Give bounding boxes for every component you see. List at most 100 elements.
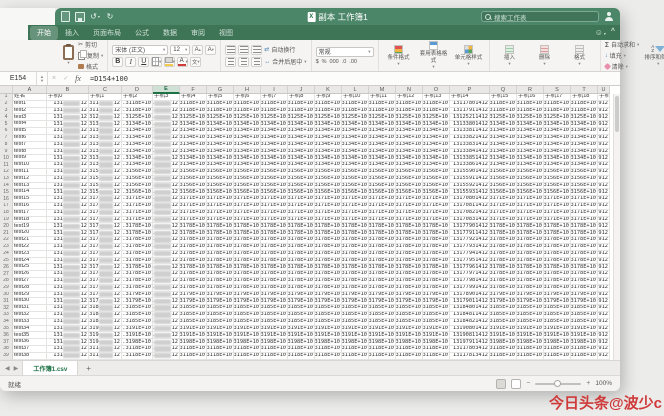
cell[interactable]: 1.3178E+10: [423, 223, 450, 231]
cell[interactable]: 1.3178E+10: [571, 250, 598, 258]
cell[interactable]: 1.3178E+10: [369, 243, 396, 251]
cell[interactable]: 13170811412: [450, 203, 490, 210]
cell[interactable]: 13177971912: [598, 271, 610, 278]
column-header-e[interactable]: E: [153, 86, 180, 94]
cell[interactable]: 1.3191E+10: [288, 325, 315, 333]
cell[interactable]: 1.3134E+10: [396, 141, 423, 149]
cell[interactable]: 13117801412: [450, 100, 490, 108]
ribbon-tab-home[interactable]: 开始: [30, 25, 58, 40]
cell[interactable]: test27: [13, 277, 47, 285]
row-header-30[interactable]: 30: [0, 291, 13, 299]
cell[interactable]: 13177990312: [153, 284, 180, 292]
cell[interactable]: test4: [13, 121, 47, 129]
cell[interactable]: 1.3125E+10: [423, 114, 450, 122]
cell[interactable]: 1.3156E+10: [369, 189, 396, 197]
cell[interactable]: 1.3171E+10: [517, 209, 544, 217]
cell[interactable]: 1.3178E+10: [122, 284, 153, 292]
cell[interactable]: 1.3171E+10: [544, 216, 571, 224]
increase-decimal-button[interactable]: .0: [342, 59, 347, 65]
row-header-36[interactable]: 36: [0, 332, 13, 340]
cell[interactable]: 1.3156E+10: [288, 182, 315, 190]
cell[interactable]: 1.3185E+10: [490, 305, 517, 312]
cell[interactable]: 13125210012: [47, 114, 89, 122]
cell[interactable]: 1.3134E+10: [396, 162, 423, 169]
cell[interactable]: 13177950312: [153, 257, 180, 265]
row-header-28[interactable]: 28: [0, 277, 13, 285]
cell[interactable]: 13117802112: [89, 346, 122, 353]
cell[interactable]: 1.3191E+10: [207, 332, 234, 340]
cell[interactable]: 13155911912: [598, 175, 610, 183]
cell[interactable]: 1.3191E+10: [342, 332, 369, 340]
cell[interactable]: 1.3171E+10: [571, 196, 598, 203]
cell[interactable]: test22: [13, 243, 47, 251]
cell[interactable]: 手机19: [598, 94, 610, 101]
cell[interactable]: 1.3171E+10: [207, 196, 234, 203]
cell[interactable]: 1.3191E+10: [571, 325, 598, 333]
cell[interactable]: 1.3134E+10: [315, 155, 342, 163]
cell[interactable]: 1.3171E+10: [122, 203, 153, 210]
cell[interactable]: test8: [13, 148, 47, 156]
cell[interactable]: 13133810112: [89, 128, 122, 135]
cell[interactable]: 1.3171E+10: [234, 216, 261, 224]
cell[interactable]: 1.3171E+10: [369, 209, 396, 217]
row-header-14[interactable]: 14: [0, 182, 13, 190]
cell[interactable]: 1.3134E+10: [261, 128, 288, 135]
cell[interactable]: 13190801412: [450, 325, 490, 333]
cell[interactable]: 1.3178E+10: [571, 264, 598, 272]
cell[interactable]: test38: [13, 352, 47, 360]
column-header-m[interactable]: M: [369, 86, 396, 94]
cell[interactable]: 1.3178E+10: [517, 284, 544, 292]
cell[interactable]: 1.3171E+10: [369, 216, 396, 224]
cell[interactable]: 13133810012: [47, 128, 89, 135]
cell[interactable]: 13117812112: [89, 352, 122, 360]
cell[interactable]: 13177991412: [450, 284, 490, 292]
cell[interactable]: 1.3171E+10: [288, 216, 315, 224]
cell[interactable]: 1.3178E+10: [207, 237, 234, 244]
cell[interactable]: 1.3134E+10: [369, 134, 396, 142]
cell[interactable]: 1.3118E+10: [288, 107, 315, 115]
cell[interactable]: 1.3178E+10: [517, 223, 544, 231]
cell[interactable]: 1.3185E+10: [423, 305, 450, 312]
cell[interactable]: 1.3178E+10: [396, 230, 423, 238]
cell[interactable]: 1.3178E+10: [122, 271, 153, 278]
cell[interactable]: 手机2: [122, 94, 153, 101]
cell[interactable]: test25: [13, 264, 47, 272]
cell[interactable]: 13177980312: [153, 277, 180, 285]
row-header-16[interactable]: 16: [0, 196, 13, 203]
cell[interactable]: 1.3118E+10: [490, 346, 517, 353]
cell[interactable]: test31: [13, 305, 47, 312]
select-all-corner[interactable]: [0, 86, 13, 94]
cell[interactable]: 13170801912: [598, 196, 610, 203]
cell[interactable]: 1.3178E+10: [315, 284, 342, 292]
cell[interactable]: 1.3171E+10: [396, 196, 423, 203]
cell[interactable]: 1.3134E+10: [423, 148, 450, 156]
cell[interactable]: 1.3134E+10: [423, 121, 450, 129]
cell[interactable]: 1.3156E+10: [342, 182, 369, 190]
cell[interactable]: 1.3178E+10: [517, 237, 544, 244]
cell[interactable]: 1.3134E+10: [517, 134, 544, 142]
cell[interactable]: 1.3179E+10: [288, 298, 315, 306]
cell[interactable]: 1.3198E+10: [122, 339, 153, 347]
cell[interactable]: 1.3171E+10: [288, 196, 315, 203]
cell[interactable]: 1.3156E+10: [315, 189, 342, 197]
cell[interactable]: 1.3118E+10: [288, 100, 315, 108]
cell[interactable]: 1.3118E+10: [315, 107, 342, 115]
cell[interactable]: 1.3118E+10: [423, 100, 450, 108]
cell[interactable]: 1.3171E+10: [122, 209, 153, 217]
cell[interactable]: 1.3118E+10: [396, 107, 423, 115]
cell[interactable]: 1.3178E+10: [571, 223, 598, 231]
cell[interactable]: 1.3134E+10: [517, 128, 544, 135]
cell[interactable]: 1.3178E+10: [571, 271, 598, 278]
cell[interactable]: 1.3178E+10: [207, 284, 234, 292]
cell[interactable]: 1.3191E+10: [180, 325, 207, 333]
cell[interactable]: 13170830312: [153, 216, 180, 224]
cell[interactable]: 13177961412: [450, 264, 490, 272]
cell[interactable]: 1.3178E+10: [517, 277, 544, 285]
cell[interactable]: 13155921412: [450, 182, 490, 190]
cell[interactable]: 13155920012: [47, 182, 89, 190]
cell[interactable]: 1.3134E+10: [490, 162, 517, 169]
cell[interactable]: 13190810112: [89, 332, 122, 340]
cell[interactable]: 1.3178E+10: [369, 223, 396, 231]
cell[interactable]: 1.3156E+10: [288, 189, 315, 197]
cell[interactable]: 1.3118E+10: [396, 100, 423, 108]
